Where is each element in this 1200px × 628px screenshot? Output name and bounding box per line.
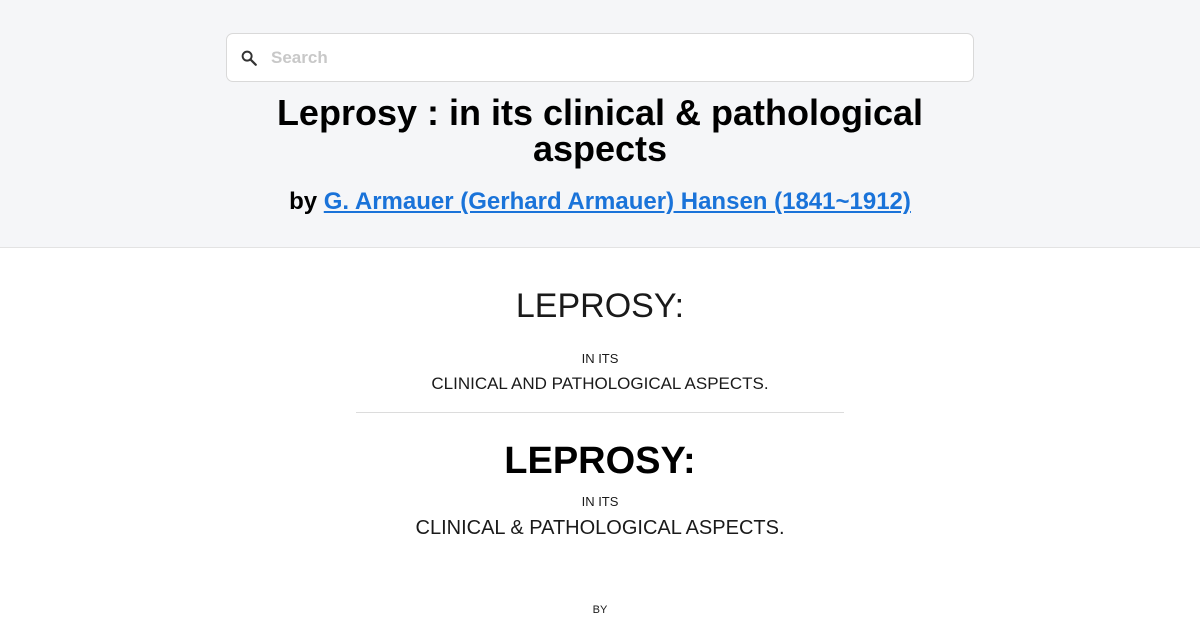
- content-line-1: CLINICAL AND PATHOLOGICAL ASPECTS.: [431, 374, 769, 393]
- content-heading-2: LEPROSY:: [504, 440, 696, 482]
- page-header: Leprosy : in its clinical & pathological…: [0, 0, 1200, 248]
- content-heading-1: LEPROSY:: [515, 287, 685, 325]
- search-box[interactable]: [226, 33, 974, 82]
- content-subheading-2: IN ITS: [581, 494, 619, 509]
- search-input[interactable]: [271, 37, 951, 78]
- content-subheading-1: IN ITS: [581, 351, 619, 366]
- author-link[interactable]: G. Armauer (Gerhard Armauer) Hansen (184…: [324, 188, 911, 215]
- content-divider: [356, 412, 844, 413]
- byline-prefix: by: [289, 188, 318, 215]
- byline: by G. Armauer (Gerhard Armauer) Hansen (…: [0, 187, 1200, 217]
- content-by: BY: [592, 604, 608, 616]
- search-icon[interactable]: [227, 34, 271, 81]
- book-title: Leprosy : in its clinical & pathological…: [276, 92, 924, 169]
- content-line-2: CLINICAL & PATHOLOGICAL ASPECTS.: [415, 517, 785, 539]
